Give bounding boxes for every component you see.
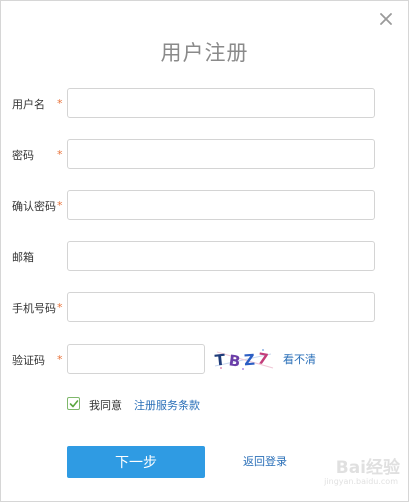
email-label: 邮箱 bbox=[12, 251, 34, 264]
next-step-button[interactable]: 下一步 bbox=[67, 446, 205, 478]
confirm-password-label: 确认密码 bbox=[12, 200, 56, 213]
required-mark: * bbox=[57, 148, 63, 161]
password-label: 密码 bbox=[12, 149, 34, 162]
watermark-url: jingyan.baidu.com bbox=[324, 477, 398, 486]
svg-text:Z: Z bbox=[243, 351, 255, 370]
back-to-login-link[interactable]: 返回登录 bbox=[243, 453, 287, 469]
baidu-jingyan-watermark: Bai经验 jingyan.baidu.com bbox=[308, 449, 400, 491]
agree-checkbox[interactable] bbox=[67, 397, 80, 410]
captcha-input[interactable] bbox=[67, 344, 205, 374]
form-row-username: 用户名 * bbox=[1, 88, 410, 120]
watermark-brand: Bai经验 bbox=[335, 458, 400, 478]
required-mark: * bbox=[57, 199, 63, 212]
required-mark: * bbox=[57, 97, 63, 110]
email-input[interactable] bbox=[67, 241, 375, 271]
captcha-label: 验证码 bbox=[12, 354, 45, 367]
register-dialog: 用户注册 用户名 * 密码 * 确认密码 * 邮箱 手机号码 * 验证码 * T… bbox=[0, 0, 409, 502]
dialog-title: 用户注册 bbox=[160, 41, 249, 65]
checkmark-icon bbox=[69, 400, 79, 408]
username-input[interactable] bbox=[67, 88, 375, 118]
required-mark: * bbox=[57, 301, 63, 314]
password-input[interactable] bbox=[67, 139, 375, 169]
required-mark: * bbox=[57, 353, 63, 366]
phone-input[interactable] bbox=[67, 292, 375, 322]
form-row-email: 邮箱 bbox=[1, 241, 410, 273]
close-icon[interactable] bbox=[378, 11, 394, 27]
form-row-phone: 手机号码 * bbox=[1, 292, 410, 324]
confirm-password-input[interactable] bbox=[67, 190, 375, 220]
form-row-password: 密码 * bbox=[1, 139, 410, 171]
captcha-image[interactable]: T B Z 7 bbox=[213, 346, 275, 372]
username-label: 用户名 bbox=[12, 98, 45, 111]
terms-link[interactable]: 注册服务条款 bbox=[134, 397, 200, 413]
phone-label: 手机号码 bbox=[12, 302, 56, 315]
agree-label: 我同意 bbox=[89, 399, 122, 412]
form-row-captcha: 验证码 * T B Z 7 看不清 bbox=[1, 344, 410, 376]
captcha-refresh-link[interactable]: 看不清 bbox=[283, 351, 316, 367]
form-row-confirm-password: 确认密码 * bbox=[1, 190, 410, 222]
